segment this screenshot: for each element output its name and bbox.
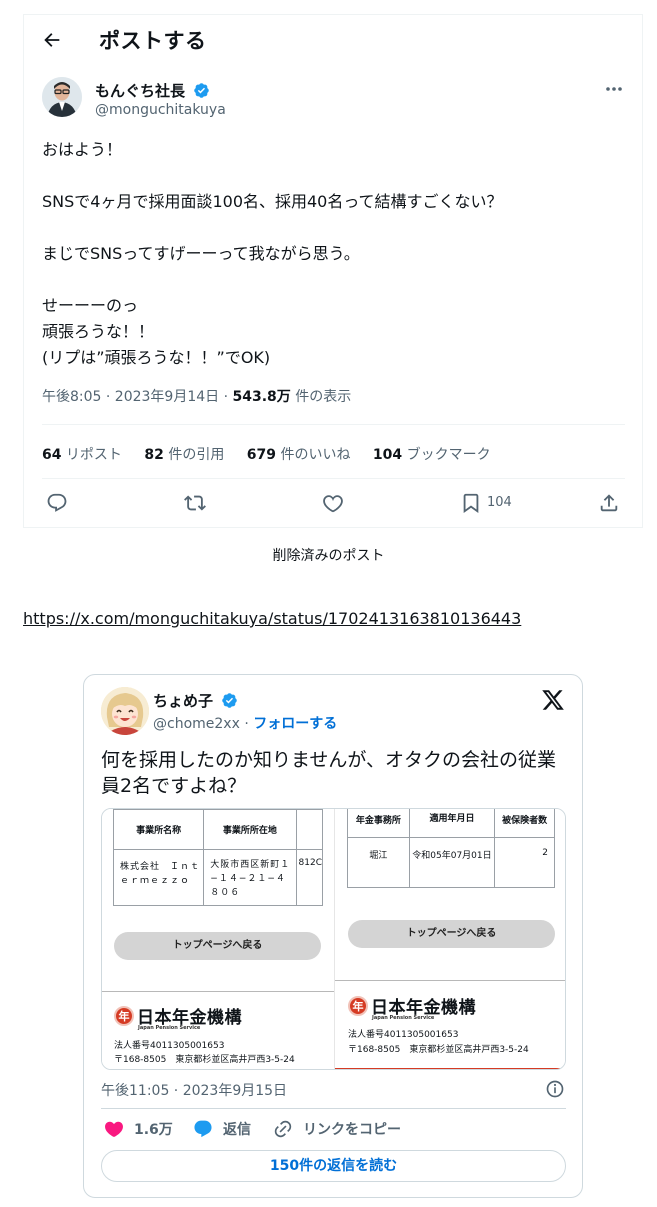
table-header: 被保険者数: [494, 809, 555, 838]
table-cell: 大阪市西区新町１−１４−２１−４８０６: [203, 849, 297, 906]
pension-seal-icon: 年: [114, 1005, 134, 1026]
avatar[interactable]: [101, 687, 149, 735]
bookmark-button[interactable]: [460, 492, 482, 514]
org-address: 〒168-8505 東京都杉並区高井戸西3-5-24: [348, 1045, 529, 1055]
embed-reply-button[interactable]: 返信: [193, 1119, 251, 1139]
copy-link-button[interactable]: リンクをコピー: [273, 1119, 401, 1139]
like-icon: [323, 495, 343, 513]
like-button[interactable]: [322, 492, 344, 514]
table-header: 事業所所在地: [203, 809, 297, 850]
embed-author-handle-row: @chome2xx · フォローする: [153, 716, 338, 732]
post-timestamp[interactable]: 午後8:05 · 2023年9月14日 ·: [42, 389, 233, 405]
table-cell: 堀江: [347, 837, 410, 888]
bookmark-count: 104: [487, 495, 512, 510]
divider: [42, 478, 625, 479]
share-icon: [600, 494, 618, 512]
stat-bookmarks[interactable]: 104 ブックマーク: [373, 447, 491, 463]
media-image-left[interactable]: 事業所名称 事業所所在地 株式会社 Ｉｎｔｅｒｍｅｚｚｏ 大阪市西区新町１−１４…: [102, 809, 334, 1069]
pension-table-left: 事業所名称 事業所所在地 株式会社 Ｉｎｔｅｒｍｅｚｚｏ 大阪市西区新町１−１４…: [112, 809, 324, 906]
info-icon[interactable]: [545, 1079, 565, 1099]
verified-badge-icon: [194, 83, 210, 98]
more-icon[interactable]: [604, 85, 624, 93]
pension-seal-icon: 年: [348, 995, 368, 1016]
views-count: 543.8万: [232, 389, 291, 405]
table-cell: 令和05年07月01日: [408, 837, 496, 888]
embed-author-name-text[interactable]: ちょめ子: [153, 692, 213, 710]
stat-reposts[interactable]: 64 リポスト: [42, 447, 122, 463]
table-cell: 2: [494, 837, 555, 888]
author-name-text[interactable]: もんぐち社長: [95, 82, 185, 100]
post-meta: 午後8:05 · 2023年9月14日 · 543.8万 件の表示: [42, 386, 351, 406]
repost-icon: [184, 495, 206, 511]
embed-like-count: 1.6万: [134, 1122, 173, 1138]
page-title: ポストする: [99, 29, 207, 53]
embed-actions: 1.6万 返信 リンクをコピー: [101, 1119, 566, 1143]
embed-media[interactable]: 事業所名称 事業所所在地 株式会社 Ｉｎｔｅｒｍｅｚｚｏ 大阪市西区新町１−１４…: [101, 808, 566, 1070]
x-logo-icon[interactable]: [541, 688, 565, 712]
verified-badge-icon: [222, 693, 238, 708]
heart-icon: [105, 1121, 123, 1137]
post-stats: 64 リポスト 82 件の引用 679 件のいいね 104 ブックマーク: [42, 444, 509, 464]
repost-button[interactable]: [184, 492, 206, 514]
media-image-right[interactable]: 年金事務所 適用年月日 被保険者数 堀江 令和05年07月01日 2 トップペー…: [334, 809, 565, 1069]
table-cell: 株式会社 Ｉｎｔｅｒｍｅｚｚｏ: [112, 849, 205, 906]
top-page-button: トップページへ戻る: [348, 920, 555, 948]
bookmark-icon: [463, 493, 479, 514]
copy-link-label: リンクをコピー: [303, 1122, 401, 1138]
post-card: ポストする もんぐち社長 @monguchitakuya おはよう！ SNSで4…: [23, 14, 643, 528]
link-icon: [274, 1120, 292, 1138]
pension-table-right: 年金事務所 適用年月日 被保険者数 堀江 令和05年07月01日 2: [347, 809, 555, 888]
divider: [42, 424, 625, 425]
follow-button[interactable]: フォローする: [253, 716, 337, 732]
org-address: 〒168-8505 東京都杉並区高井戸西3-5-24: [114, 1055, 295, 1065]
org-name-en: Japan Pension Service: [372, 1015, 435, 1021]
reply-button[interactable]: [46, 492, 68, 514]
deleted-post-label: 削除済みのポスト: [272, 548, 385, 564]
embed-post-text: 何を採用したのか知りませんが、オタクの会社の従業員2名ですよね？: [101, 749, 557, 797]
table-header: 年金事務所: [347, 809, 410, 838]
table-cell: 812C: [295, 849, 324, 906]
embed-author-name[interactable]: ちょめ子: [153, 690, 238, 711]
reply-bubble-icon: [194, 1120, 212, 1138]
embed-reply-label: 返信: [223, 1122, 251, 1138]
back-arrow-icon[interactable]: [41, 29, 63, 51]
embedded-post: ちょめ子 @chome2xx · フォローする 何を採用したのか知りませんが、オ…: [83, 674, 583, 1198]
author-handle[interactable]: @monguchitakuya: [95, 102, 226, 118]
post-link[interactable]: https://x.com/monguchitakuya/status/1702…: [23, 609, 521, 628]
avatar[interactable]: [42, 77, 82, 117]
post-text: おはよう！ SNSで4ヶ月で採用面談100名、採用40名って結構すごくない？ ま…: [42, 140, 503, 367]
embed-author-handle[interactable]: @chome2xx: [153, 716, 240, 732]
post-header: ポストする: [24, 15, 642, 65]
corp-number: 法人番号4011305001653: [348, 1030, 459, 1040]
post-actions: 104: [24, 492, 642, 520]
stat-likes[interactable]: 679 件のいいね: [247, 447, 351, 463]
stat-quotes[interactable]: 82 件の引用: [144, 447, 224, 463]
table-header: 適用年月日: [408, 809, 496, 838]
read-replies-button[interactable]: 150件の返信を読む: [101, 1150, 566, 1182]
views-label: 件の表示: [290, 389, 352, 405]
table-header: 事業所名称: [112, 809, 205, 850]
org-name-en: Japan Pension Service: [138, 1025, 201, 1031]
author-name[interactable]: もんぐち社長: [95, 80, 210, 101]
top-page-button: トップページへ戻る: [114, 932, 321, 960]
share-button[interactable]: [598, 492, 620, 514]
corp-number: 法人番号4011305001653: [114, 1041, 225, 1051]
embed-like-button[interactable]: 1.6万: [104, 1119, 173, 1139]
divider: [101, 1108, 566, 1109]
reply-icon: [47, 493, 67, 512]
embed-timestamp[interactable]: 午後11:05 · 2023年9月15日: [101, 1080, 287, 1100]
